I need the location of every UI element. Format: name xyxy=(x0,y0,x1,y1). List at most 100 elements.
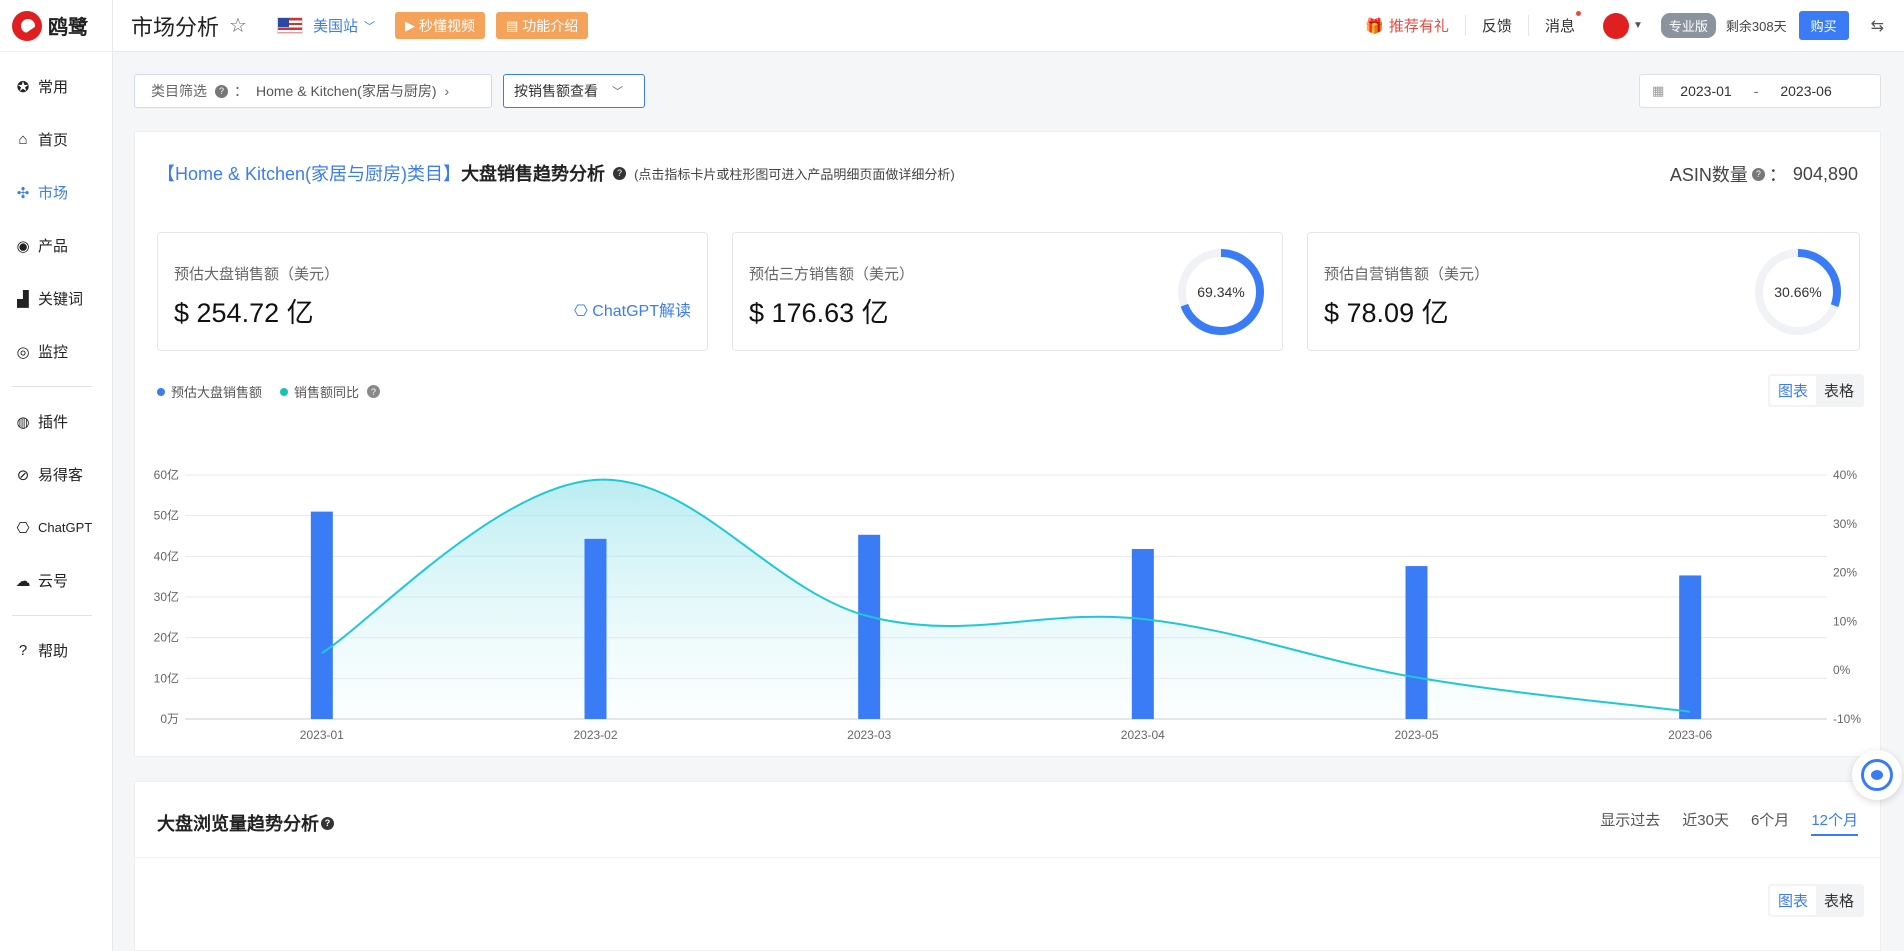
sidebar-item-keywords[interactable]: ▟ 关键词 xyxy=(0,272,112,325)
play-icon: ▶ xyxy=(404,17,415,33)
x-tick-label: 2023-06 xyxy=(1668,728,1712,742)
legend-item-yoy[interactable]: 销售额同比? xyxy=(280,382,381,401)
video-button[interactable]: ▶ 秒懂视频 xyxy=(394,12,485,39)
toggle-table[interactable]: 表格 xyxy=(1816,376,1862,405)
x-tick-label: 2023-03 xyxy=(847,728,891,742)
cloud-icon: ☁ xyxy=(15,572,31,590)
switch-icon[interactable]: ⇆ xyxy=(1871,16,1884,36)
remaining-days: 剩余308天 xyxy=(1725,19,1787,34)
messages-link[interactable]: 消息 xyxy=(1527,11,1591,36)
site-selector[interactable]: 美国站 ﹀ xyxy=(276,15,375,36)
category-filter[interactable]: 类目筛选 ? ： Home & Kitchen(家居与厨房) › xyxy=(134,74,492,108)
sales-trend-chart: 0万 10亿 20亿 30亿 40亿 50亿 60亿 -10% 0% 10% 20% 30% 40% 20… xyxy=(154,467,1862,742)
share-ring: 69.34% xyxy=(1176,247,1266,337)
metric-card-total[interactable]: 预估大盘销售额（美元） $ 254.72 亿 ⎔ ChatGPT解读 xyxy=(157,232,708,351)
sidebar-item-market[interactable]: ✣ 市场 xyxy=(0,166,112,219)
category-filter-sep: ： xyxy=(234,83,248,99)
sidebar-item-product[interactable]: ◉ 产品 xyxy=(0,219,112,272)
date-range-picker[interactable]: ▦ 2023-01 - 2023-06 xyxy=(1639,74,1881,108)
y-left-tick-label: 60亿 xyxy=(154,467,179,482)
plan-badge: 专业版 xyxy=(1660,13,1716,38)
question-icon[interactable]: ? xyxy=(321,816,334,830)
toggle-table[interactable]: 表格 xyxy=(1816,886,1862,915)
sidebar-item-yideke[interactable]: ⊘ 易得客 xyxy=(0,448,112,501)
range-tab-12m[interactable]: 12个月 xyxy=(1811,809,1858,836)
eye-icon: ◉ xyxy=(16,237,30,255)
date-start[interactable]: 2023-01 xyxy=(1680,83,1731,99)
headset-icon xyxy=(1861,759,1893,791)
sidebar-item-plugin[interactable]: ◍ 插件 xyxy=(0,395,112,448)
bar-chart-icon: ▟ xyxy=(17,290,29,308)
range-tab-30d[interactable]: 近30天 xyxy=(1682,809,1729,836)
sidebar-divider xyxy=(12,386,92,387)
site-label: 美国站 xyxy=(312,18,358,35)
chart-legend: 预估大盘销售额 销售额同比? xyxy=(157,382,398,401)
metric-label: 预估自营销售额（美元） xyxy=(1324,266,1490,283)
question-icon[interactable]: ? xyxy=(367,385,381,398)
favorite-star-icon[interactable]: ☆ xyxy=(229,13,247,38)
date-end[interactable]: 2023-06 xyxy=(1780,83,1831,99)
sidebar-item-label: 易得客 xyxy=(38,467,84,484)
chevron-down-icon: ﹀ xyxy=(363,20,375,33)
toggle-chart[interactable]: 图表 xyxy=(1769,886,1816,915)
clipboard-icon: ▤ xyxy=(505,17,519,33)
home-icon: ⌂ xyxy=(18,131,28,148)
buy-button[interactable]: 购买 xyxy=(1798,11,1849,40)
question-icon[interactable]: ? xyxy=(613,166,627,180)
share-ring: 30.66% xyxy=(1753,247,1843,337)
metric-card-third-party[interactable]: 预估三方销售额（美元） $ 176.63 亿 69.34% xyxy=(732,232,1283,351)
feedback-link[interactable]: 反馈 xyxy=(1464,15,1528,36)
video-button-label: 秒懂视频 xyxy=(418,17,475,34)
metric-card-first-party[interactable]: 预估自营销售额（美元） $ 78.09 亿 30.66% xyxy=(1307,232,1860,351)
share-ring-text: 30.66% xyxy=(1774,284,1822,300)
sidebar-item-label: 插件 xyxy=(38,414,69,431)
grid-icon: ✣ xyxy=(16,184,30,202)
sidebar-item-label: 帮助 xyxy=(38,643,69,660)
intro-button-label: 功能介绍 xyxy=(522,17,579,34)
sidebar-item-common[interactable]: ✪ 常用 xyxy=(0,60,112,113)
brand-logo[interactable]: 鸥鹭 xyxy=(0,0,112,52)
sidebar-divider xyxy=(12,615,92,616)
chrome-icon: ◍ xyxy=(16,413,30,431)
y-left-tick-label: 30亿 xyxy=(154,589,179,604)
range-tab-6m[interactable]: 6个月 xyxy=(1751,809,1789,836)
question-icon[interactable]: ? xyxy=(1751,167,1765,181)
chatgpt-link[interactable]: ⎔ ChatGPT解读 xyxy=(574,297,691,321)
sidebar-item-cloud[interactable]: ☁ 云号 xyxy=(0,554,112,607)
y-right-tick-label: 0% xyxy=(1833,663,1851,677)
sales-bar xyxy=(858,534,881,719)
legend-item-sales[interactable]: 预估大盘销售额 xyxy=(157,382,262,401)
header-right: 🎁 推荐有礼 反馈 消息 ▼ 专业版 剩余308天 购买 ⇆ xyxy=(1365,0,1904,51)
link-icon: ⊘ xyxy=(16,466,30,484)
sidebar-item-chatgpt[interactable]: ⎔ ChatGPT xyxy=(0,501,112,554)
legend-dot xyxy=(280,387,289,396)
sales-bar xyxy=(1405,566,1428,719)
intro-button[interactable]: ▤ 功能介绍 xyxy=(495,12,589,39)
referral-label: 推荐有礼 xyxy=(1388,18,1449,35)
sidebar-item-help[interactable]: ? 帮助 xyxy=(0,624,112,677)
y-left-tick-label: 50亿 xyxy=(154,508,179,523)
sort-select[interactable]: 按销售额查看 ﹀ xyxy=(503,74,645,108)
sidebar-item-label: 市场 xyxy=(38,185,69,202)
chevron-down-icon: ﹀ xyxy=(612,86,623,98)
asin-value: 904,890 xyxy=(1792,163,1858,184)
metric-label: 预估三方销售额（美元） xyxy=(749,266,915,283)
sort-select-value: 按销售额查看 xyxy=(514,83,598,99)
range-tab-past[interactable]: 显示过去 xyxy=(1600,809,1660,836)
y-left-tick-label: 10亿 xyxy=(154,670,179,685)
sidebar-item-monitor[interactable]: ◎ 监控 xyxy=(0,325,112,378)
category-filter-value: Home & Kitchen(家居与厨房) xyxy=(256,83,437,99)
legend-dot xyxy=(157,387,165,396)
caret-down-icon[interactable]: ▼ xyxy=(1633,20,1643,31)
referral-link[interactable]: 🎁 推荐有礼 xyxy=(1365,15,1449,36)
customer-support-button[interactable] xyxy=(1852,750,1902,800)
sidebar-item-label: 首页 xyxy=(38,132,69,149)
chevron-right-icon: › xyxy=(444,83,450,99)
y-right-tick-label: 40% xyxy=(1833,468,1857,482)
question-icon[interactable]: ? xyxy=(215,84,228,98)
toggle-chart[interactable]: 图表 xyxy=(1769,376,1816,405)
help-icon: ? xyxy=(18,642,28,659)
sidebar-item-home[interactable]: ⌂ 首页 xyxy=(0,113,112,166)
range-tabs: 显示过去 近30天 6个月 12个月 xyxy=(1600,809,1858,836)
avatar[interactable] xyxy=(1602,12,1629,39)
